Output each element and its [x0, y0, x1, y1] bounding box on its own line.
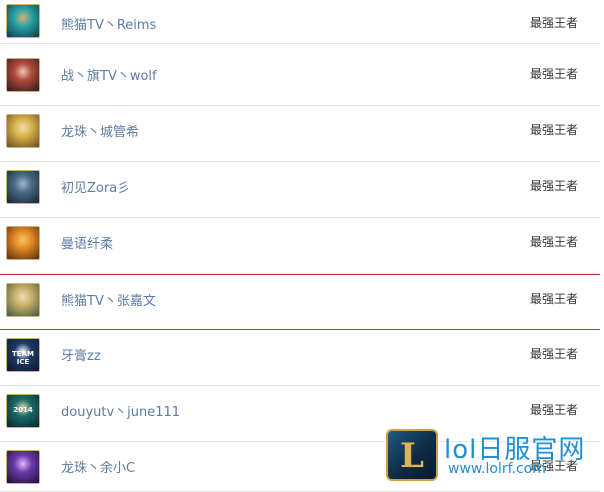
player-name-link[interactable]: 初见Zora彡	[61, 177, 130, 196]
player-rank: 最强王者	[529, 235, 578, 249]
player-row: 战丶旗TV丶wolf 最强王者	[0, 50, 600, 106]
player-row: 龙珠丶城管希 最强王者	[0, 106, 600, 162]
player-row: TEAM ICE 牙膏zz 最强王者	[0, 330, 600, 386]
player-row: 熊猫TV丶Reims 最强王者	[0, 0, 600, 44]
site-watermark: L lol日服官网 www.lolrf.com	[386, 427, 596, 487]
player-row: 初见Zora彡 最强王者	[0, 162, 600, 218]
player-row: 熊猫TV丶张嘉文 最强王者	[0, 274, 600, 330]
crest-2014-avatar-icon[interactable]: 2014	[6, 394, 40, 428]
player-name-link[interactable]: 曼语纤柔	[61, 233, 113, 252]
player-name-link[interactable]: 龙珠丶城管希	[61, 121, 139, 140]
player-name-link[interactable]: douyutv丶june111	[61, 401, 180, 420]
purple-champion-avatar-icon[interactable]	[6, 450, 40, 484]
avatar-text: 2014	[13, 406, 33, 414]
player-rank: 最强王者	[529, 67, 578, 81]
tophat-champion-avatar-icon[interactable]	[6, 58, 40, 92]
lol-logo-icon: L	[386, 429, 438, 481]
blonde-champion-avatar-icon[interactable]	[6, 114, 40, 148]
player-name-link[interactable]: 熊猫TV丶Reims	[61, 14, 156, 33]
player-rank: 最强王者	[529, 347, 578, 361]
player-rank: 最强王者	[529, 292, 578, 306]
teal-spirit-avatar-icon[interactable]	[6, 4, 40, 38]
player-name-link[interactable]: 熊猫TV丶张嘉文	[61, 290, 156, 309]
player-row: 曼语纤柔 最强王者	[0, 218, 600, 274]
blonde-champion-avatar-icon[interactable]	[6, 283, 40, 317]
watermark-url: www.lolrf.com	[448, 461, 546, 477]
player-name-link[interactable]: 牙膏zz	[61, 345, 101, 364]
player-name-link[interactable]: 战丶旗TV丶wolf	[61, 65, 157, 84]
player-rank: 最强王者	[529, 123, 578, 137]
avatar-text: TEAM ICE	[12, 350, 34, 366]
player-rank: 最强王者	[529, 403, 578, 417]
team-ice-avatar-icon[interactable]: TEAM ICE	[6, 338, 40, 372]
orange-chest-avatar-icon[interactable]	[6, 226, 40, 260]
player-rank: 最强王者	[529, 179, 578, 193]
player-name-link[interactable]: 龙珠丶余小C	[61, 457, 135, 476]
emblem-shield-avatar-icon[interactable]	[6, 170, 40, 204]
player-rank: 最强王者	[529, 16, 578, 30]
